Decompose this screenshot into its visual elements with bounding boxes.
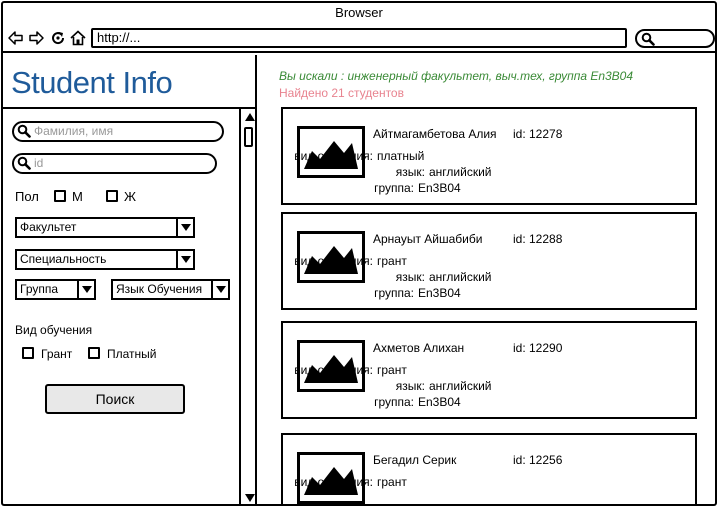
paid-checkbox[interactable] (88, 347, 100, 359)
gender-m-checkbox[interactable] (54, 190, 66, 202)
gender-label: Пол (15, 189, 39, 204)
chevron-down-icon (211, 281, 228, 298)
student-card[interactable]: Айтмагамбетова Алия id: 12278 вид обучен… (281, 107, 697, 205)
group-key: группа: (374, 181, 414, 195)
student-card[interactable]: Ахметов Алихан id: 12290 вид обучения: г… (281, 321, 697, 419)
group-key: группа: (374, 286, 414, 300)
app-title: Student Info (11, 65, 173, 100)
browser-window: Browser http://... Student Info Фамилия,… (1, 1, 717, 506)
grant-checkbox[interactable] (22, 347, 34, 359)
address-bar[interactable]: http://... (91, 28, 627, 48)
grant-label: Грант (41, 347, 73, 361)
language-key: язык: (395, 270, 425, 284)
name-search-placeholder: Фамилия, имя (34, 124, 114, 138)
back-arrow-icon[interactable] (7, 29, 25, 47)
student-name: Айтмагамбетова Алия (373, 127, 497, 141)
student-card[interactable]: Арнауыт Айшабиби id: 12288 вид обучения:… (281, 212, 697, 310)
filter-panel: Student Info Фамилия, имя id Пол М Ж Фак… (3, 55, 257, 504)
group-value: En3B04 (418, 286, 461, 300)
study-type-key: вид обучения: (294, 149, 373, 163)
results-panel: Вы искали : инженерный факультет, выч.те… (259, 55, 715, 504)
search-button[interactable]: Поиск (45, 384, 185, 414)
scroll-up-arrow-icon[interactable] (245, 113, 255, 121)
paid-label: Платный (107, 347, 157, 361)
language-value: английский (429, 165, 492, 179)
search-query-summary: Вы искали : инженерный факультет, выч.те… (279, 69, 634, 83)
study-type-value: платный (377, 149, 425, 163)
home-icon[interactable] (69, 29, 87, 47)
name-search-input[interactable]: Фамилия, имя (12, 121, 224, 142)
chevron-down-icon (176, 251, 193, 268)
filter-scrollbar[interactable] (239, 109, 255, 504)
student-id: id: 12256 (513, 453, 563, 467)
study-type-key: вид обучения: (294, 254, 373, 268)
id-search-input[interactable]: id (12, 153, 217, 174)
student-id: id: 12278 (513, 127, 563, 141)
group-value: En3B04 (418, 395, 461, 409)
gender-f-checkbox[interactable] (106, 190, 118, 202)
specialty-select-value: Специальность (20, 252, 107, 266)
group-key: группа: (374, 395, 414, 409)
faculty-select[interactable]: Факультет (15, 217, 195, 238)
study-type-key: вид обучения: (294, 363, 373, 377)
language-select[interactable]: Язык Обучения (111, 279, 230, 300)
chevron-down-icon (176, 219, 193, 236)
language-value: английский (429, 270, 492, 284)
specialty-select[interactable]: Специальность (15, 249, 195, 270)
student-name: Арнауыт Айшабиби (373, 232, 483, 246)
browser-toolbar: http://... (3, 25, 715, 53)
window-title: Browser (335, 5, 383, 20)
chevron-down-icon (77, 281, 94, 298)
study-type-value: грант (377, 254, 407, 268)
browser-search-field[interactable] (635, 29, 715, 48)
student-name: Ахметов Алихан (373, 341, 465, 355)
search-icon (17, 124, 31, 138)
language-select-value: Язык Обучения (116, 282, 203, 296)
group-value: En3B04 (418, 181, 461, 195)
language-key: язык: (395, 165, 425, 179)
language-value: английский (429, 379, 492, 393)
faculty-select-value: Факультет (20, 220, 77, 234)
forward-arrow-icon[interactable] (27, 29, 45, 47)
scroll-down-arrow-icon[interactable] (245, 494, 255, 502)
study-type-value: грант (377, 363, 407, 377)
student-card[interactable]: Бегадил Серик id: 12256 вид обучения: гр… (281, 433, 697, 504)
reload-icon[interactable] (49, 29, 67, 47)
group-select[interactable]: Группа (15, 279, 96, 300)
group-select-value: Группа (20, 282, 59, 296)
study-type-value: грант (377, 475, 407, 489)
study-type-key: вид обучения: (294, 475, 373, 489)
student-name: Бегадил Серик (373, 453, 457, 467)
results-count: Найдено 21 студентов (279, 86, 404, 100)
student-id: id: 12288 (513, 232, 563, 246)
language-key: язык: (395, 379, 425, 393)
scroll-thumb[interactable] (244, 127, 253, 147)
search-icon (641, 32, 655, 46)
student-id: id: 12290 (513, 341, 563, 355)
id-search-placeholder: id (34, 156, 44, 170)
gender-f-label: Ж (124, 189, 137, 204)
search-icon (17, 156, 31, 170)
divider (3, 107, 255, 109)
gender-m-label: М (72, 189, 83, 204)
study-type-label: Вид обучения (15, 323, 93, 337)
